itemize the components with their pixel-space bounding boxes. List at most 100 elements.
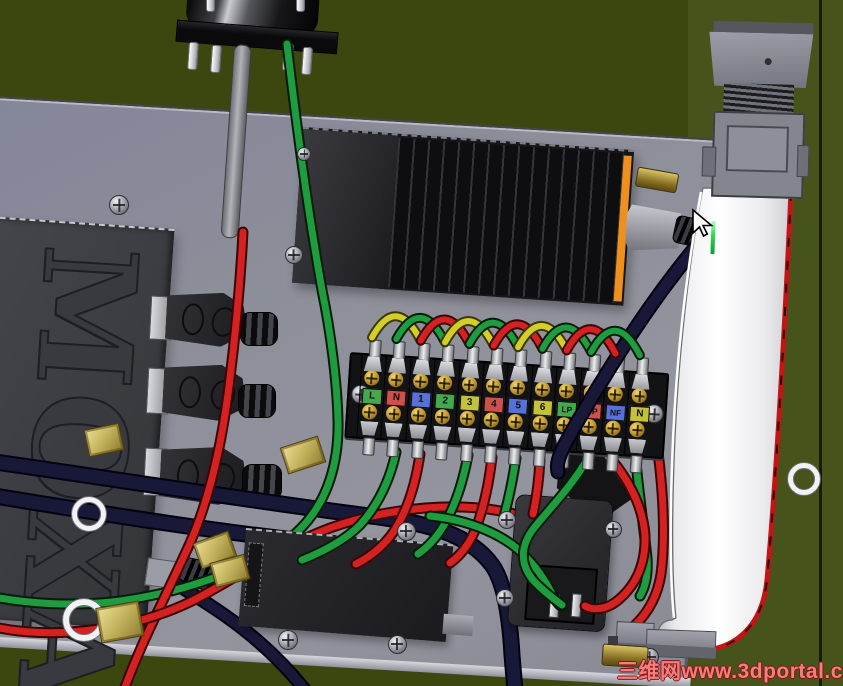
terminal-clamp-bottom: [530, 432, 549, 447]
terminal-label: 4: [483, 396, 504, 413]
terminal-label: 6: [532, 399, 553, 416]
terminal-label: N: [629, 406, 650, 423]
panel-hole-ring: [788, 463, 820, 495]
wire-ferrule-top: [442, 344, 455, 363]
terminal-clamp-bottom: [603, 437, 622, 452]
terminal-screw-top[interactable]: [486, 378, 502, 394]
terminal-label: 5: [508, 398, 529, 415]
terminal-screw-top[interactable]: [510, 380, 526, 396]
terminal-clamp-bottom: [506, 431, 525, 446]
converter-fins: [388, 138, 624, 303]
connector-pin: [210, 45, 222, 74]
terminal-block[interactable]: LN123456LPMPNFN: [344, 352, 669, 459]
terminal-column-MP[interactable]: MP: [576, 369, 604, 452]
connector-pin: [301, 47, 313, 76]
wire-ferrule-bottom: [435, 442, 448, 461]
terminal-screw-top[interactable]: [607, 386, 623, 402]
filter-module[interactable]: [507, 494, 614, 633]
phillips-screw[interactable]: [388, 635, 407, 654]
wire-ferrule-top: [417, 343, 430, 362]
spade-terminal-right[interactable]: [571, 593, 583, 618]
terminal-screw-top[interactable]: [413, 373, 429, 389]
wire-ferrule-bottom: [387, 439, 400, 458]
terminal-screw-top[interactable]: [583, 385, 599, 401]
wire-ferrule-bottom: [533, 448, 546, 467]
terminal-screw-bottom[interactable]: [532, 415, 548, 431]
terminal-clamp-bottom: [554, 434, 573, 449]
control-box[interactable]: [238, 528, 453, 642]
terminal-clamp-bottom: [384, 422, 403, 437]
wire-ferrule-top: [636, 357, 649, 376]
ribbon-connector-body: [708, 32, 813, 89]
terminal-label: NF: [605, 404, 626, 421]
cable-gland-3[interactable]: [242, 464, 282, 500]
terminal-label: 2: [435, 393, 456, 410]
wire-ferrule-top: [588, 354, 601, 373]
terminal-column-3[interactable]: 3: [454, 361, 482, 444]
terminal-column-2[interactable]: 2: [429, 360, 457, 443]
filter-module-face: [524, 564, 598, 625]
terminal-screw-bottom[interactable]: [483, 412, 499, 428]
connector-pin: [296, 0, 305, 12]
spade-terminal-left[interactable]: [548, 594, 560, 619]
terminal-label: 1: [410, 391, 431, 408]
terminal-column-5[interactable]: 5: [502, 364, 530, 447]
wire-ferrule-bottom: [411, 440, 424, 459]
terminal-screw-bottom[interactable]: [556, 417, 572, 433]
terminal-screw-bottom[interactable]: [605, 420, 621, 436]
terminal-column-LP[interactable]: LP: [551, 368, 579, 451]
cable-gland-2[interactable]: [238, 384, 276, 418]
wire-ferrule-top: [490, 347, 503, 366]
wire-ferrule-bottom: [508, 447, 521, 466]
terminal-screw-top[interactable]: [437, 375, 453, 391]
control-box-connector: [442, 614, 473, 636]
terminal-screw-top[interactable]: [461, 376, 477, 392]
terminal-screw-top[interactable]: [388, 372, 404, 388]
phillips-screw[interactable]: [496, 589, 514, 607]
terminal-screw-top[interactable]: [559, 383, 575, 399]
phillips-screw[interactable]: [498, 511, 516, 529]
terminal-column-N[interactable]: N: [624, 373, 652, 456]
terminal-screw-bottom[interactable]: [386, 406, 402, 422]
connector-pin: [282, 43, 294, 72]
terminal-screw-bottom[interactable]: [629, 422, 645, 438]
terminal-clamp-bottom: [360, 421, 379, 436]
terminal-clamp-bottom: [627, 439, 646, 454]
phillips-screw[interactable]: [278, 630, 298, 650]
terminal-screw-bottom[interactable]: [581, 419, 597, 435]
connector-pin: [187, 42, 199, 71]
wire-ferrule-bottom: [606, 453, 619, 472]
phillips-screw[interactable]: [297, 147, 311, 161]
phillips-screw[interactable]: [109, 195, 129, 215]
wire-ferrule-top: [515, 349, 528, 368]
terminal-label: LP: [556, 401, 577, 418]
cad-viewport: MOXA: [0, 0, 843, 686]
terminal-screw-top[interactable]: [364, 370, 380, 386]
cable-clamp[interactable]: [95, 600, 145, 643]
wire-ferrule-bottom: [362, 437, 375, 456]
mouse-cursor-icon: [690, 208, 716, 238]
wire-ferrule-top: [393, 341, 406, 360]
wire-ferrule-bottom: [484, 445, 497, 464]
terminal-label: L: [362, 388, 383, 405]
terminal-label: 3: [459, 394, 480, 411]
cable-gland-1[interactable]: [240, 312, 278, 346]
phillips-screw[interactable]: [605, 521, 622, 538]
terminal-screw-bottom[interactable]: [362, 404, 378, 420]
terminal-screw-top[interactable]: [632, 388, 648, 404]
ribbon-connector-ribs: [723, 83, 794, 115]
power-converter[interactable]: [292, 127, 634, 306]
phillips-screw[interactable]: [397, 522, 416, 541]
terminal-clamp-bottom: [408, 424, 427, 439]
terminal-screw-bottom[interactable]: [508, 414, 524, 430]
connector-tab: [702, 146, 717, 176]
terminal-screw-bottom[interactable]: [410, 407, 426, 423]
panel-seam-line: [819, 0, 822, 686]
terminal-screw-top[interactable]: [534, 381, 550, 397]
connector-tab: [797, 145, 810, 177]
terminal-screw-bottom[interactable]: [459, 410, 475, 426]
phillips-screw[interactable]: [285, 246, 303, 264]
terminal-column-N[interactable]: N: [381, 356, 409, 439]
ribbon-connector-window: [726, 125, 789, 173]
terminal-screw-bottom[interactable]: [435, 409, 451, 425]
